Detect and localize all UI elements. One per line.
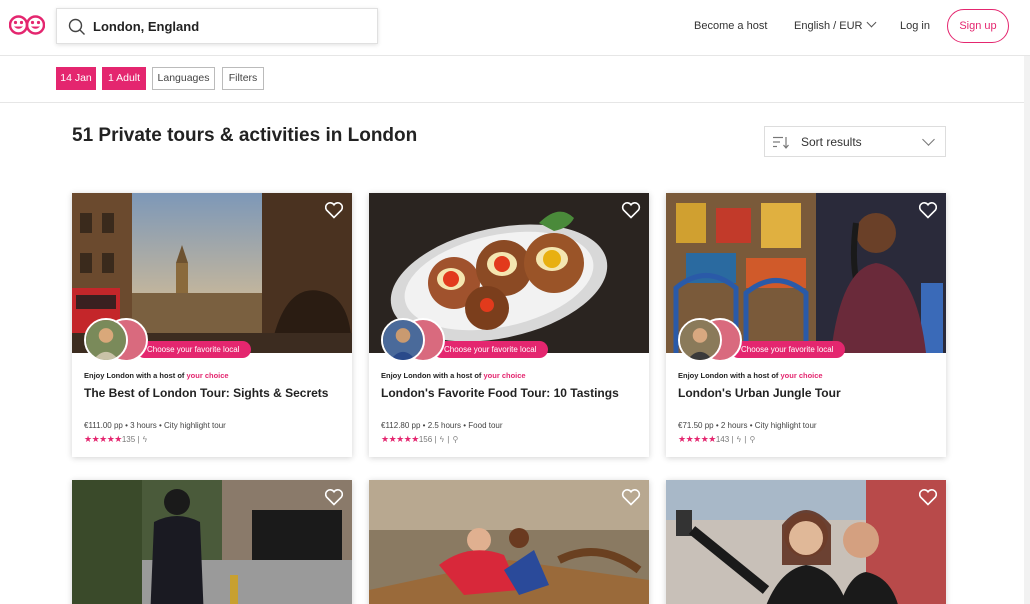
avatar <box>84 318 128 362</box>
host-line: Enjoy London with a host of your choice <box>381 371 526 380</box>
logo-icon[interactable] <box>9 14 45 36</box>
language-currency-select[interactable]: English / EUR <box>794 17 877 32</box>
tour-card[interactable] <box>72 480 352 604</box>
sort-icon <box>773 136 789 149</box>
review-count: 135 <box>121 435 136 444</box>
host-choice-link[interactable]: your choice <box>484 371 526 380</box>
languages-filter-chip[interactable]: Languages <box>152 67 215 90</box>
tour-title[interactable]: The Best of London Tour: Sights & Secret… <box>84 386 328 400</box>
star-rating: ★★★★★ <box>678 434 716 444</box>
star-rating: ★★★★★ <box>381 434 419 444</box>
chevron-down-icon <box>867 17 877 28</box>
login-link[interactable]: Log in <box>900 20 930 32</box>
heart-icon[interactable] <box>918 488 938 506</box>
filters-button[interactable]: Filters <box>222 67 264 90</box>
heart-icon[interactable] <box>918 201 938 219</box>
heart-icon[interactable] <box>621 488 641 506</box>
host-choice-link[interactable]: your choice <box>781 371 823 380</box>
become-host-link[interactable]: Become a host <box>694 20 767 32</box>
language-label: English / EUR <box>794 20 863 32</box>
choose-local-badge: Choose your favorite local <box>730 341 845 358</box>
star-rating: ★★★★★ <box>84 434 122 444</box>
avatar <box>381 318 425 362</box>
choose-local-badge: Choose your favorite local <box>136 341 251 358</box>
tour-rating: ★★★★★156 | ϟ | ⚲ <box>381 434 459 444</box>
tour-photo <box>369 480 649 604</box>
heart-icon[interactable] <box>621 201 641 219</box>
chevron-down-icon <box>922 133 935 146</box>
host-line: Enjoy London with a host of your choice <box>84 371 229 380</box>
tour-card[interactable]: Choose your favorite local Enjoy London … <box>72 193 352 457</box>
tour-meta: €71.50 pp • 2 hours • City highlight tou… <box>678 421 817 430</box>
search-input[interactable]: London, England <box>93 19 199 34</box>
lightning-icon: ϟ <box>439 435 444 444</box>
signup-button[interactable]: Sign up <box>947 9 1009 43</box>
guests-filter-chip[interactable]: 1 Adult <box>102 67 146 90</box>
tour-card[interactable] <box>666 480 946 604</box>
filter-bar: 14 Jan 1 Adult Languages Filters <box>0 56 1030 103</box>
search-box[interactable]: London, England <box>56 8 378 44</box>
tour-title[interactable]: London's Urban Jungle Tour <box>678 386 841 400</box>
page-scrollbar[interactable] <box>1024 56 1030 604</box>
lightning-icon: ϟ <box>142 435 147 444</box>
host-prefix: Enjoy London with a host of <box>678 371 779 380</box>
choose-local-badge: Choose your favorite local <box>433 341 548 358</box>
top-header: London, England Become a host English / … <box>0 0 1030 56</box>
page-title: 51 Private tours & activities in London <box>72 125 418 146</box>
host-choice-link[interactable]: your choice <box>187 371 229 380</box>
tour-photo <box>72 480 352 604</box>
sort-dropdown[interactable]: Sort results <box>764 126 946 157</box>
walking-icon: ⚲ <box>452 435 459 444</box>
tour-meta: €112.80 pp • 2.5 hours • Food tour <box>381 421 503 430</box>
heart-icon[interactable] <box>324 488 344 506</box>
avatar <box>678 318 722 362</box>
tour-title[interactable]: London's Favorite Food Tour: 10 Tastings <box>381 386 619 400</box>
review-count: 156 <box>418 435 433 444</box>
host-prefix: Enjoy London with a host of <box>381 371 482 380</box>
host-prefix: Enjoy London with a host of <box>84 371 185 380</box>
host-line: Enjoy London with a host of your choice <box>678 371 823 380</box>
tour-card[interactable]: Choose your favorite local Enjoy London … <box>369 193 649 457</box>
tour-photo <box>666 480 946 604</box>
tour-rating: ★★★★★135 | ϟ <box>84 434 147 444</box>
heart-icon[interactable] <box>324 201 344 219</box>
date-filter-chip[interactable]: 14 Jan <box>56 67 96 90</box>
tour-card[interactable] <box>369 480 649 604</box>
tour-rating: ★★★★★143 | ϟ | ⚲ <box>678 434 756 444</box>
lightning-icon: ϟ <box>736 435 741 444</box>
review-count: 143 <box>715 435 730 444</box>
search-icon <box>68 18 85 35</box>
tour-meta: €111.00 pp • 3 hours • City highlight to… <box>84 421 226 430</box>
walking-icon: ⚲ <box>749 435 756 444</box>
tour-card[interactable]: Choose your favorite local Enjoy London … <box>666 193 946 457</box>
sort-label: Sort results <box>801 135 862 149</box>
